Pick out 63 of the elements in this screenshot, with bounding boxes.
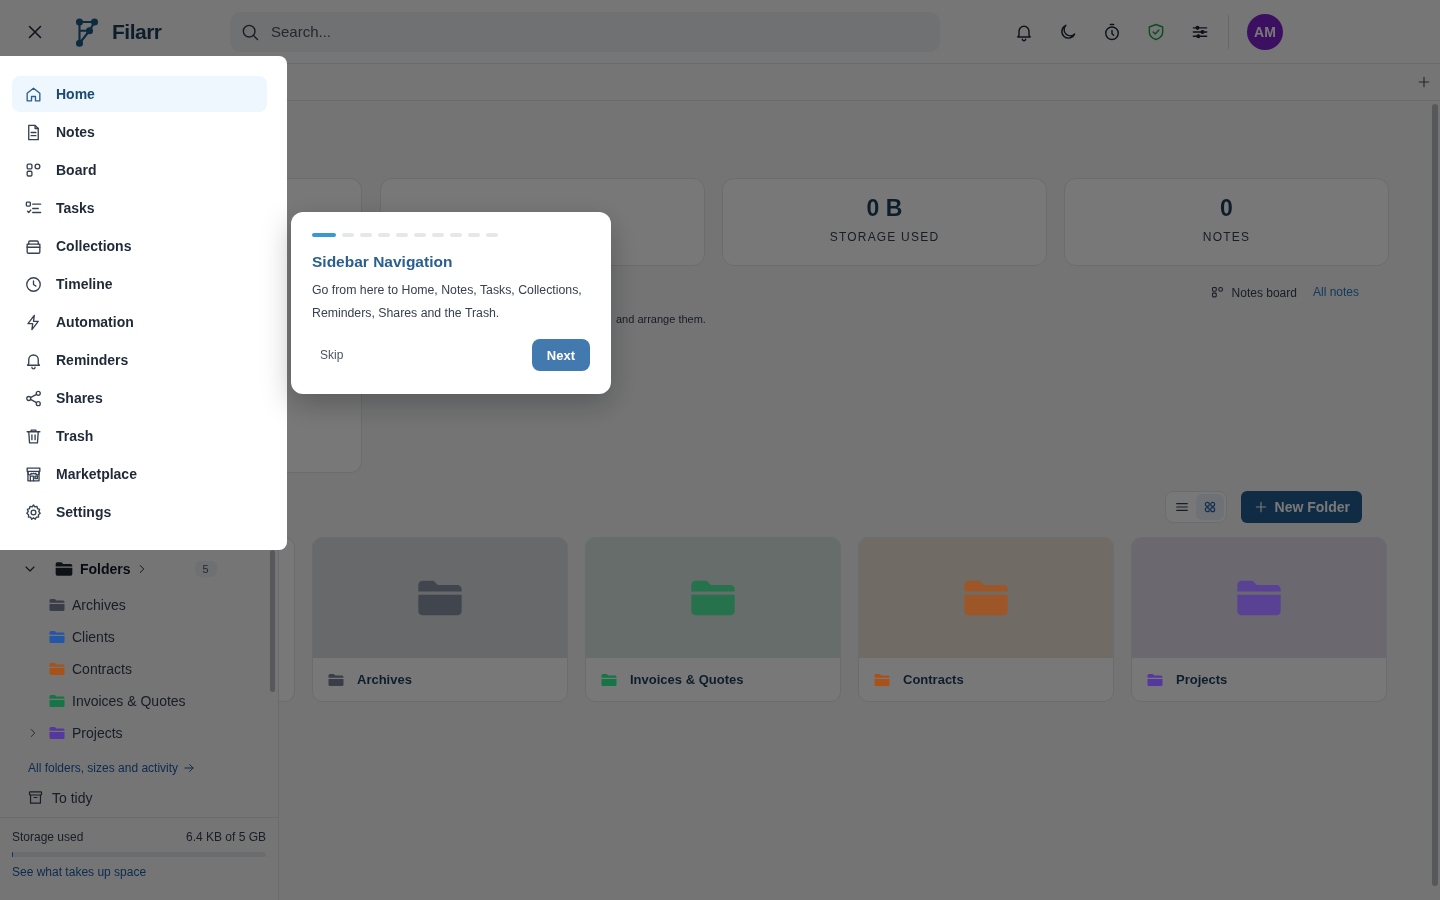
share-icon: [24, 388, 43, 408]
nav-item[interactable]: Shares: [12, 380, 267, 416]
tour-text: Go from here to Home, Notes, Tasks, Collections, Reminders, Shares and the Trash.: [312, 282, 583, 322]
nav-item[interactable]: Settings: [12, 494, 267, 530]
folder-card[interactable]: Invoices & Quotes: [585, 537, 841, 702]
to-tidy-item[interactable]: To tidy: [0, 789, 278, 806]
notes-board-link[interactable]: Notes board: [1209, 285, 1297, 300]
folders-heading[interactable]: Folders: [80, 561, 131, 577]
all-notes-link[interactable]: All notes: [1312, 285, 1359, 300]
security-button[interactable]: [1146, 21, 1166, 42]
new-folder-button[interactable]: New Folder: [1240, 491, 1362, 523]
nav-item[interactable]: Home: [12, 76, 267, 112]
storage-label: Storage used: [12, 830, 84, 844]
timer-icon: [1102, 21, 1122, 42]
store-icon: [24, 464, 43, 484]
folder-name: Archives: [357, 672, 412, 687]
nav-item[interactable]: Timeline: [12, 266, 267, 302]
folder-card[interactable]: Archives: [312, 537, 568, 702]
scrollbar-thumb[interactable]: [270, 550, 275, 692]
folder-name: Invoices & Quotes: [630, 672, 744, 687]
folder-card[interactable]: Contracts: [858, 537, 1114, 702]
folder-icon: [54, 559, 74, 579]
next-button[interactable]: Next: [531, 339, 590, 371]
count-badge: 5: [194, 561, 217, 577]
folder-card[interactable]: [279, 537, 295, 702]
all-folders-link[interactable]: All folders, sizes and activity: [0, 761, 278, 775]
shield-icon: [1146, 21, 1166, 42]
hint-text: and arrange them.: [616, 313, 706, 325]
nav-item[interactable]: Trash: [12, 418, 267, 454]
scrollbar-thumb[interactable]: [1432, 104, 1438, 886]
nav-item[interactable]: Notes: [12, 114, 267, 150]
archive-icon: [27, 789, 44, 806]
app-name: Filarr: [112, 19, 162, 44]
tour-title: Sidebar Navigation: [312, 253, 454, 271]
stat-value: 0: [1220, 195, 1233, 222]
stat-label: NOTES: [1202, 230, 1251, 244]
avatar[interactable]: AM: [1247, 13, 1283, 50]
folder-name: Contracts: [903, 672, 964, 687]
board-icon: [24, 160, 43, 180]
folder-name: Projects: [1176, 672, 1228, 687]
folder-item[interactable]: Projects: [0, 717, 278, 749]
plus-icon: [1416, 74, 1432, 90]
nav-item[interactable]: Board: [12, 152, 267, 188]
arrow-right-icon: [182, 761, 197, 775]
settings-icon: [24, 502, 43, 522]
folder-card[interactable]: Projects: [1131, 537, 1387, 702]
stat-label: STORAGE USED: [829, 230, 940, 244]
nav-item[interactable]: Reminders: [12, 342, 267, 378]
board-icon: [1209, 285, 1225, 300]
search-field[interactable]: Search...: [230, 11, 940, 52]
grid-view-button[interactable]: [1195, 494, 1224, 520]
clock-icon: [24, 274, 43, 294]
nav-item[interactable]: Tasks: [12, 190, 267, 226]
storage-link[interactable]: See what takes up space: [12, 865, 266, 879]
timer-button[interactable]: [1102, 21, 1122, 42]
trash-icon: [24, 426, 43, 446]
nav-item[interactable]: Collections: [12, 228, 267, 264]
stat-value: 0 B: [866, 195, 903, 222]
skip-button[interactable]: Skip: [312, 342, 352, 368]
home-icon: [24, 84, 43, 104]
storage-reading: 6.4 KB of 5 GB: [185, 830, 266, 844]
nav-item[interactable]: Marketplace: [12, 456, 267, 492]
nav-item[interactable]: Automation: [12, 304, 267, 340]
